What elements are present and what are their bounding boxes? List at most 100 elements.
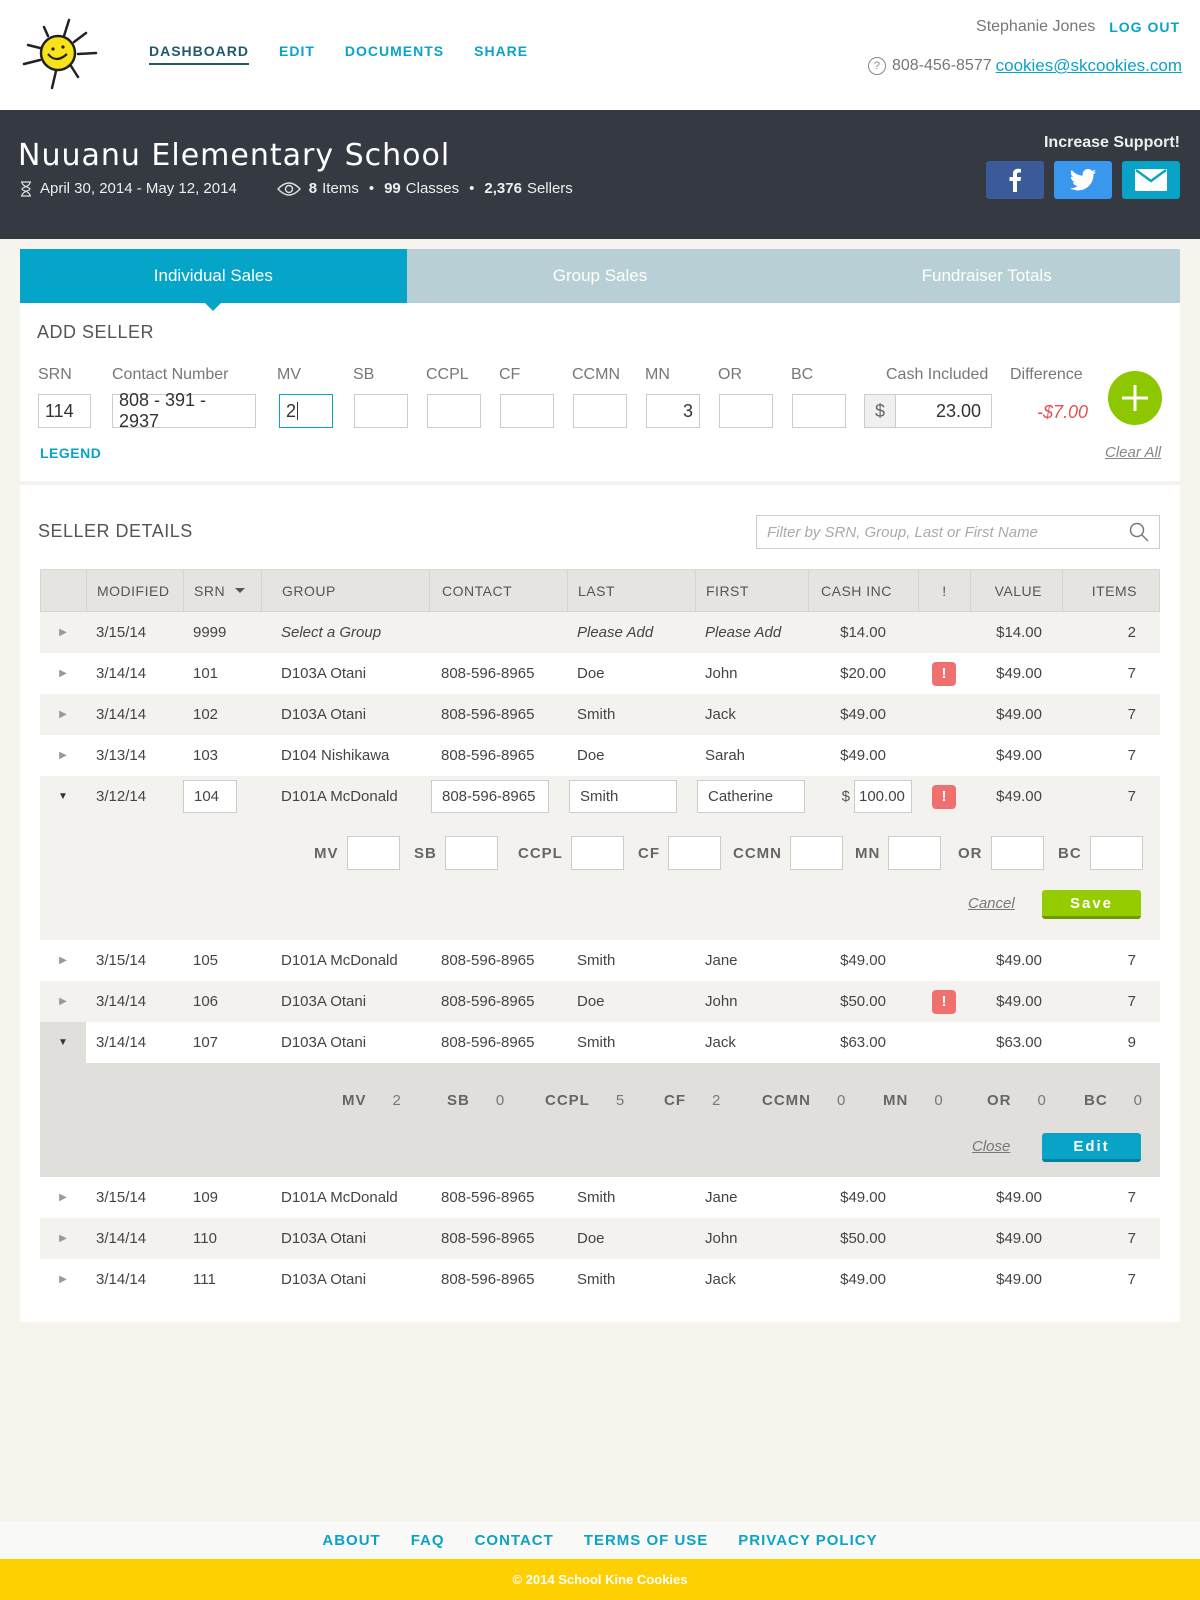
tab-fundraiser-totals[interactable]: Fundraiser Totals <box>793 249 1181 303</box>
nav-share[interactable]: SHARE <box>474 43 528 65</box>
col-first[interactable]: FIRST <box>696 570 809 611</box>
legend-link[interactable]: LEGEND <box>40 445 101 461</box>
expand-caret-icon[interactable]: ▶ <box>40 653 86 694</box>
alert-icon[interactable]: ! <box>932 989 956 1014</box>
alert-icon[interactable]: ! <box>932 784 956 809</box>
cell-value: $49.00 <box>996 747 1042 764</box>
mv-input[interactable]: 2 <box>279 394 333 428</box>
nav-dashboard[interactable]: DASHBOARD <box>149 43 249 65</box>
edit-cash-input[interactable]: 100.00 <box>854 780 912 813</box>
cancel-link[interactable]: Cancel <box>968 895 1015 912</box>
footer-contact-link[interactable]: CONTACT <box>475 1532 554 1549</box>
support-email-link[interactable]: cookies@skcookies.com <box>996 56 1182 76</box>
collapse-caret-icon[interactable]: ▼ <box>40 776 86 817</box>
cash-included-input[interactable]: 23.00 <box>895 394 992 428</box>
ccmn-input[interactable] <box>573 394 627 428</box>
edit-contact-input[interactable]: 808-596-8965 <box>431 780 549 813</box>
edit-srn-input[interactable]: 104 <box>183 780 237 813</box>
edit-or-input[interactable] <box>990 836 1044 870</box>
col-contact[interactable]: CONTACT <box>430 570 568 611</box>
edit-bc-input[interactable] <box>1089 836 1143 870</box>
expand-caret-icon[interactable]: ▶ <box>40 612 86 653</box>
facebook-share-button[interactable] <box>986 161 1044 199</box>
or-input[interactable] <box>719 394 773 428</box>
edit-mv-label: MV <box>314 844 339 862</box>
col-items[interactable]: ITEMS <box>1063 570 1145 611</box>
table-row[interactable]: ▶ 3/14/14 110 D103A Otani 808-596-8965 D… <box>40 1218 1160 1259</box>
edit-ccpl-input[interactable] <box>570 836 624 870</box>
logout-link[interactable]: LOG OUT <box>1109 19 1180 35</box>
add-seller-button[interactable] <box>1108 371 1162 425</box>
cell-first: John <box>705 1230 738 1247</box>
cell-first: Jack <box>705 706 736 723</box>
edit-ccmn: CCMN <box>733 836 843 870</box>
bc-input[interactable] <box>792 394 846 428</box>
alert-icon[interactable]: ! <box>932 661 956 686</box>
cell-srn: 101 <box>193 665 219 682</box>
twitter-share-button[interactable] <box>1054 161 1112 199</box>
col-value[interactable]: VALUE <box>971 570 1063 611</box>
help-icon[interactable]: ? <box>867 57 886 75</box>
nav-documents[interactable]: DOCUMENTS <box>345 43 444 65</box>
expand-caret-icon[interactable]: ▶ <box>40 1177 86 1218</box>
edit-mn-input[interactable] <box>888 836 942 870</box>
table-row[interactable]: ▶ 3/15/14 105 D101A McDonald 808-596-896… <box>40 940 1160 981</box>
table-row[interactable]: ▶ 3/14/14 102 D103A Otani 808-596-8965 S… <box>40 694 1160 735</box>
expand-caret-icon[interactable]: ▶ <box>40 735 86 776</box>
clear-all-link[interactable]: Clear All <box>1105 444 1161 461</box>
cell-items: 7 <box>1127 1230 1136 1247</box>
cell-group[interactable]: D101A McDonald <box>261 776 429 817</box>
table-row[interactable]: ▶ 3/14/14 111 D103A Otani 808-596-8965 S… <box>40 1259 1160 1300</box>
edit-last-input[interactable]: Smith <box>569 780 677 813</box>
cell-items: 7 <box>1127 1271 1136 1288</box>
contact-number-input[interactable]: 808 - 391 - 2937 <box>112 390 256 431</box>
mn-input[interactable]: 3 <box>646 394 700 428</box>
view-sb: SB 0 <box>447 1092 504 1109</box>
nav-edit[interactable]: EDIT <box>279 43 315 65</box>
expand-caret-icon[interactable]: ▶ <box>40 694 86 735</box>
view-cf-value: 2 <box>712 1092 721 1109</box>
sb-input[interactable] <box>354 394 408 428</box>
date-range: April 30, 2014 - May 12, 2014 <box>40 180 237 197</box>
table-row-editing[interactable]: ▼ 3/12/14 104 D101A McDonald 808-596-896… <box>40 776 1160 817</box>
edit-ccmn-input[interactable] <box>790 836 843 870</box>
table-row[interactable]: ▶ 3/14/14 106 D103A Otani 808-596-8965 D… <box>40 981 1160 1022</box>
footer-faq-link[interactable]: FAQ <box>411 1532 445 1549</box>
collapse-caret-icon[interactable]: ▼ <box>40 1022 86 1063</box>
col-modified[interactable]: MODIFIED <box>87 570 184 611</box>
expand-caret-icon[interactable]: ▶ <box>40 1259 86 1300</box>
ccpl-input[interactable] <box>427 394 481 428</box>
cell-modified: 3/12/14 <box>96 788 147 805</box>
footer-about-link[interactable]: ABOUT <box>322 1532 380 1549</box>
tab-individual-sales[interactable]: Individual Sales <box>20 249 407 311</box>
email-share-button[interactable] <box>1122 161 1180 199</box>
cf-input[interactable] <box>500 394 554 428</box>
table-row[interactable]: ▶ 3/15/14 109 D101A McDonald 808-596-896… <box>40 1177 1160 1218</box>
expand-caret-icon[interactable]: ▶ <box>40 981 86 1022</box>
edit-cf-input[interactable] <box>668 836 721 870</box>
sun-logo-icon[interactable] <box>16 16 102 92</box>
tab-group-sales[interactable]: Group Sales <box>406 249 794 303</box>
table-row[interactable]: ▶ 3/14/14 101 D103A Otani 808-596-8965 D… <box>40 653 1160 694</box>
table-row-expanded[interactable]: ▼ 3/14/14 107 D103A Otani 808-596-8965 S… <box>40 1022 1160 1063</box>
expand-caret-icon[interactable]: ▶ <box>40 1218 86 1259</box>
srn-input[interactable]: 114 <box>38 394 91 428</box>
close-link[interactable]: Close <box>972 1138 1010 1155</box>
col-alert[interactable]: ! <box>919 570 971 611</box>
edit-first-input[interactable]: Catherine <box>697 780 805 813</box>
col-group[interactable]: GROUP <box>262 570 430 611</box>
save-button[interactable]: Save <box>1042 890 1141 919</box>
col-cash-inc[interactable]: CASH INC <box>809 570 919 611</box>
edit-sb-input[interactable] <box>444 836 498 870</box>
col-last[interactable]: LAST <box>568 570 696 611</box>
col-srn[interactable]: SRN <box>184 570 262 611</box>
edit-button[interactable]: Edit <box>1042 1133 1141 1162</box>
edit-mv-input[interactable] <box>346 836 400 870</box>
footer-terms-link[interactable]: TERMS OF USE <box>584 1532 709 1549</box>
seller-filter-input[interactable]: Filter by SRN, Group, Last or First Name <box>756 515 1160 549</box>
table-row[interactable]: ▶ 3/15/14 9999 Select a Group Please Add… <box>40 612 1160 653</box>
footer-privacy-link[interactable]: PRIVACY POLICY <box>738 1532 877 1549</box>
search-icon[interactable] <box>1129 522 1149 542</box>
table-row[interactable]: ▶ 3/13/14 103 D104 Nishikawa 808-596-896… <box>40 735 1160 776</box>
expand-caret-icon[interactable]: ▶ <box>40 940 86 981</box>
